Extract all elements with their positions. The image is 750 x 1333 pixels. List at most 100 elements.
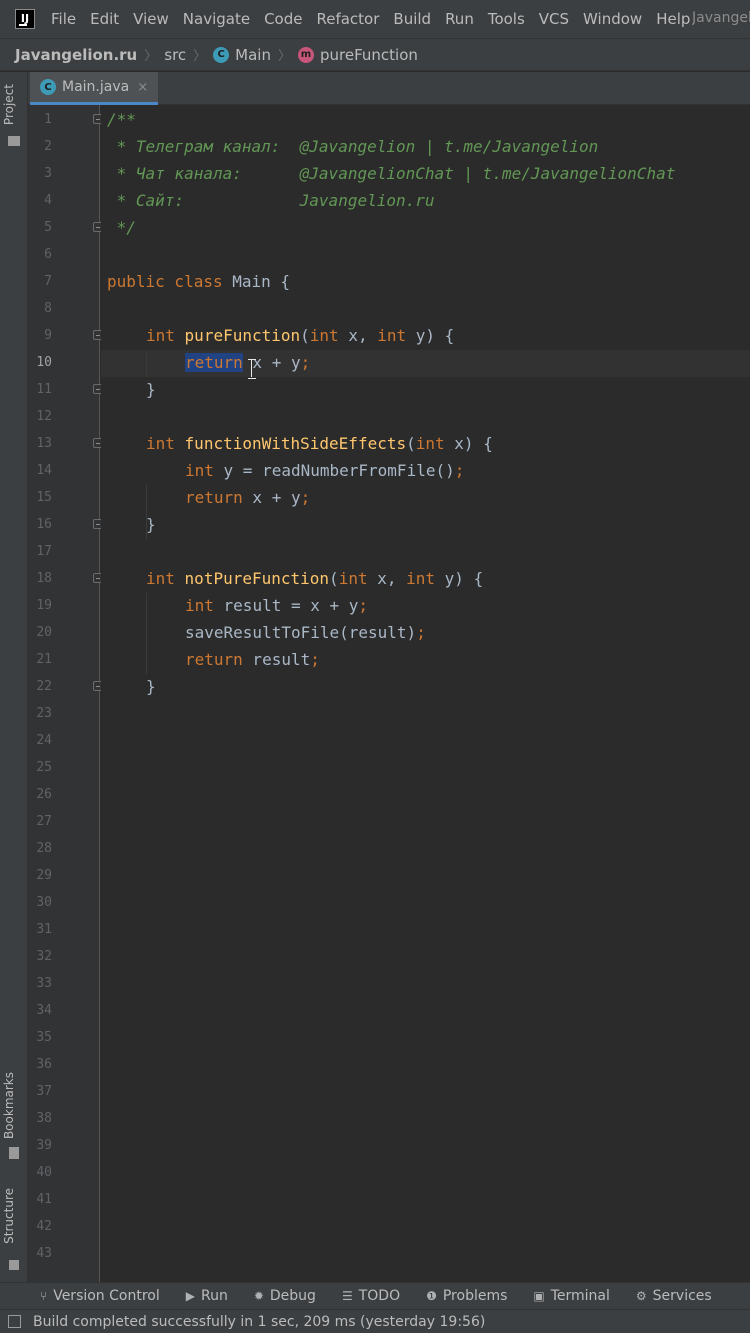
line-number: 23 — [36, 706, 52, 721]
statement: y = readNumberFromFile() — [213, 461, 455, 480]
tool-tab-version-control[interactable]: ⑂ Version Control — [40, 1288, 160, 1304]
code-editor[interactable]: /** * Телеграм канал: @Javangelion | t.m… — [101, 105, 750, 1282]
keyword: int — [185, 596, 214, 615]
line-number: 41 — [36, 1192, 52, 1207]
menu-tools[interactable]: Tools — [488, 10, 525, 28]
line-number: 39 — [36, 1138, 52, 1153]
tool-tab-debug[interactable]: ✹ Debug — [254, 1288, 316, 1304]
line-number: 34 — [36, 1003, 52, 1018]
tool-tab-label: Services — [652, 1288, 712, 1304]
param: x) { — [444, 434, 493, 453]
line-number: 15 — [36, 490, 52, 505]
param: y) { — [435, 569, 484, 588]
toggle-tool-windows-icon[interactable] — [8, 1315, 21, 1328]
line-number: 22 — [36, 679, 52, 694]
editor-tab-bar: C Main.java × — [28, 72, 750, 105]
line-number: 18 — [36, 571, 52, 586]
line-number: 16 — [36, 517, 52, 532]
semicolon: ; — [310, 650, 320, 669]
project-tool-tab[interactable]: Project — [2, 84, 16, 125]
expression: result — [242, 650, 311, 669]
line-number: 2 — [44, 139, 52, 154]
class-name: Main — [232, 272, 271, 291]
line-number: 24 — [36, 733, 52, 748]
line-number: 8 — [44, 301, 52, 316]
menu-help[interactable]: Help — [656, 10, 690, 28]
code-line-2: * Телеграм канал: @Javangelion | t.me/Ja… — [107, 137, 599, 156]
line-number: 36 — [36, 1057, 52, 1072]
method-icon: m — [298, 46, 314, 63]
code-line-7: public class Main { — [107, 268, 290, 295]
tool-tab-todo[interactable]: ☰ TODO — [342, 1288, 400, 1304]
line-number: 3 — [44, 166, 52, 181]
tool-tab-label: Version Control — [53, 1288, 160, 1304]
keyword: return — [185, 488, 243, 507]
tool-tab-services[interactable]: ⚙ Services — [636, 1288, 712, 1304]
keyword: int — [146, 569, 175, 588]
menu-run[interactable]: Run — [445, 10, 474, 28]
menu-edit[interactable]: Edit — [90, 10, 119, 28]
keyword: int — [185, 461, 214, 480]
structure-tool-tab[interactable]: Structure — [2, 1188, 16, 1244]
breadcrumb-class[interactable]: C Main — [213, 46, 271, 64]
statement: saveResultToFile(result) — [185, 623, 417, 642]
line-number: 37 — [36, 1084, 52, 1099]
menu-file[interactable]: File — [51, 10, 76, 28]
left-tool-strip: Project Bookmarks Structure — [0, 72, 28, 1282]
tool-tab-run[interactable]: ▶ Run — [186, 1288, 228, 1304]
run-icon: ▶ — [185, 1289, 195, 1303]
breadcrumb-class-label: Main — [235, 45, 271, 64]
line-number: 1 — [44, 112, 52, 127]
code-line-13: int functionWithSideEffects(int x) { — [146, 430, 493, 457]
line-number: 12 — [36, 409, 52, 424]
tab-main-java[interactable]: C Main.java × — [30, 72, 159, 105]
line-number: 5 — [44, 220, 52, 235]
structure-icon — [9, 1260, 19, 1270]
folder-icon — [8, 136, 20, 146]
tool-tab-terminal[interactable]: ▣ Terminal — [533, 1288, 610, 1304]
bookmarks-tool-tab[interactable]: Bookmarks — [2, 1072, 16, 1139]
selected-text[interactable]: return — [185, 353, 243, 372]
statement: result = x + y — [213, 596, 359, 615]
keyword: int — [377, 326, 407, 345]
keyword: int — [415, 434, 445, 453]
menu-code[interactable]: Code — [264, 10, 302, 28]
code-line-4: * Сайт: Javangelion.ru — [107, 191, 435, 210]
line-number: 21 — [36, 652, 52, 667]
param: x, — [367, 569, 407, 588]
line-number: 43 — [36, 1246, 52, 1261]
tool-tab-label: Run — [200, 1288, 228, 1304]
status-bar: Build completed successfully in 1 sec, 2… — [0, 1309, 750, 1333]
breadcrumb-src[interactable]: src — [164, 46, 186, 64]
menu-build[interactable]: Build — [393, 10, 431, 28]
semicolon: ; — [300, 488, 311, 507]
close-icon[interactable]: × — [137, 80, 148, 95]
terminal-icon: ▣ — [533, 1289, 545, 1303]
line-number: 14 — [36, 463, 52, 478]
indent-guide — [146, 593, 147, 674]
version-control-icon: ⑂ — [40, 1289, 48, 1303]
line-number: 10 — [36, 355, 52, 370]
keyword: int — [146, 326, 175, 345]
tool-tab-problems[interactable]: ❶ Problems — [426, 1288, 507, 1304]
semicolon: ; — [358, 596, 369, 615]
intellij-logo-icon[interactable]: IJ — [15, 9, 35, 29]
menu-navigate[interactable]: Navigate — [183, 10, 250, 28]
tab-label: Main.java — [62, 79, 130, 95]
menu-vcs[interactable]: VCS — [539, 10, 569, 28]
code-line-1: /** — [107, 110, 136, 129]
menu-view[interactable]: View — [133, 10, 169, 28]
menu-refactor[interactable]: Refactor — [316, 10, 379, 28]
keyword: public class — [107, 272, 223, 291]
menu-window[interactable]: Window — [583, 10, 642, 28]
line-number-gutter[interactable]: 1 2 3 4 5 6 7 8 9 10 11 12 13 14 15 16 17 18 19 20 21 22 23 24 2… — [28, 105, 103, 1282]
breadcrumb-project[interactable]: Javangelion.ru — [15, 46, 137, 64]
tool-tab-label: Problems — [442, 1288, 508, 1304]
status-message[interactable]: Build completed successfully in 1 sec, 2… — [33, 1314, 485, 1330]
line-number: 7 — [44, 274, 52, 289]
param: y) { — [406, 326, 455, 345]
keyword: return — [185, 650, 243, 669]
breadcrumb-method[interactable]: m pureFunction — [298, 46, 418, 64]
tool-tab-label: TODO — [358, 1288, 401, 1304]
line-number: 9 — [44, 328, 52, 343]
